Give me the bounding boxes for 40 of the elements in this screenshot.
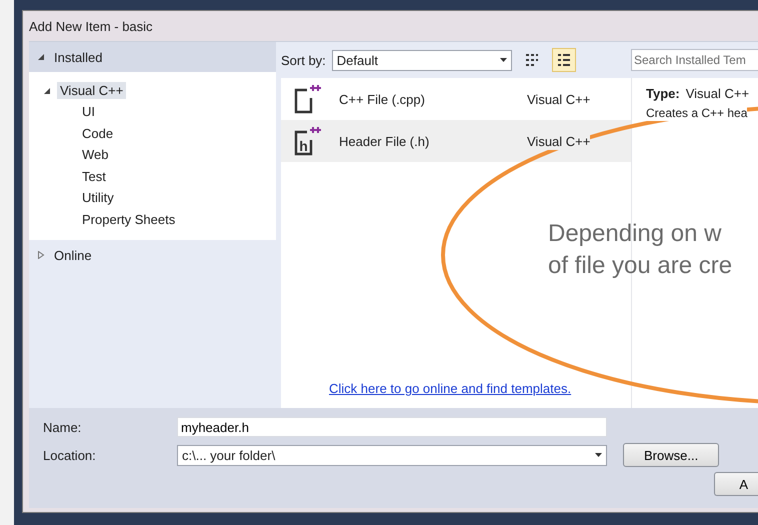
dropdown-caret-icon bbox=[500, 58, 507, 62]
collapsed-arrow-icon[interactable] bbox=[37, 251, 45, 259]
tree-item[interactable]: Code bbox=[79, 124, 116, 142]
location-dropdown[interactable]: c:\... your folder\ bbox=[177, 444, 607, 466]
expanded-arrow-icon[interactable] bbox=[37, 53, 45, 61]
online-templates-link[interactable]: Click here to go online and find templates. bbox=[329, 381, 572, 396]
tree-item[interactable]: Property Sheets bbox=[79, 210, 178, 228]
dropdown-caret-icon bbox=[595, 453, 602, 457]
template-category: Visual C++ bbox=[527, 90, 590, 108]
name-field[interactable]: myheader.h bbox=[177, 417, 607, 437]
source-file-icon bbox=[293, 84, 321, 114]
callout-text: Depending on w bbox=[548, 219, 722, 249]
expanded-arrow-icon[interactable] bbox=[43, 86, 51, 94]
template-item[interactable]: h Header File (.h) Visual C++ bbox=[281, 120, 631, 162]
template-item[interactable]: C++ File (.cpp) Visual C++ bbox=[281, 78, 631, 120]
tree-item[interactable]: Visual C++ bbox=[57, 82, 126, 99]
template-description: Creates a C++ hea bbox=[646, 105, 748, 121]
tree-item[interactable]: Utility bbox=[79, 189, 117, 206]
template-name: C++ File (.cpp) bbox=[339, 92, 426, 106]
list-view-icon bbox=[556, 53, 571, 67]
type-value: Visual C++ bbox=[686, 86, 750, 101]
tree-item[interactable]: Test bbox=[79, 168, 109, 185]
template-name: Header File (.h) bbox=[339, 134, 430, 148]
sort-dropdown[interactable]: Default bbox=[332, 50, 512, 70]
callout-text: of file you are cre bbox=[548, 251, 732, 281]
name-label: Name: bbox=[43, 420, 82, 434]
template-category: Visual C++ bbox=[527, 132, 590, 150]
tree-section[interactable]: Online bbox=[54, 248, 92, 262]
location-label: Location: bbox=[43, 448, 97, 462]
add-button[interactable]: A bbox=[714, 472, 758, 496]
tree-section[interactable]: Installed bbox=[54, 50, 102, 64]
window-title: Add New Item - basic bbox=[29, 18, 153, 34]
type-label: Type: bbox=[646, 86, 680, 101]
grid-view-icon bbox=[524, 53, 539, 67]
tree-item[interactable]: UI bbox=[79, 103, 98, 120]
browse-button[interactable]: Browse... bbox=[623, 443, 720, 467]
search-field[interactable]: Search Installed Tem bbox=[631, 49, 758, 71]
list-view-button[interactable] bbox=[552, 48, 576, 72]
sort-label: Sort by: bbox=[281, 52, 326, 68]
tree-item[interactable]: Web bbox=[79, 146, 112, 164]
